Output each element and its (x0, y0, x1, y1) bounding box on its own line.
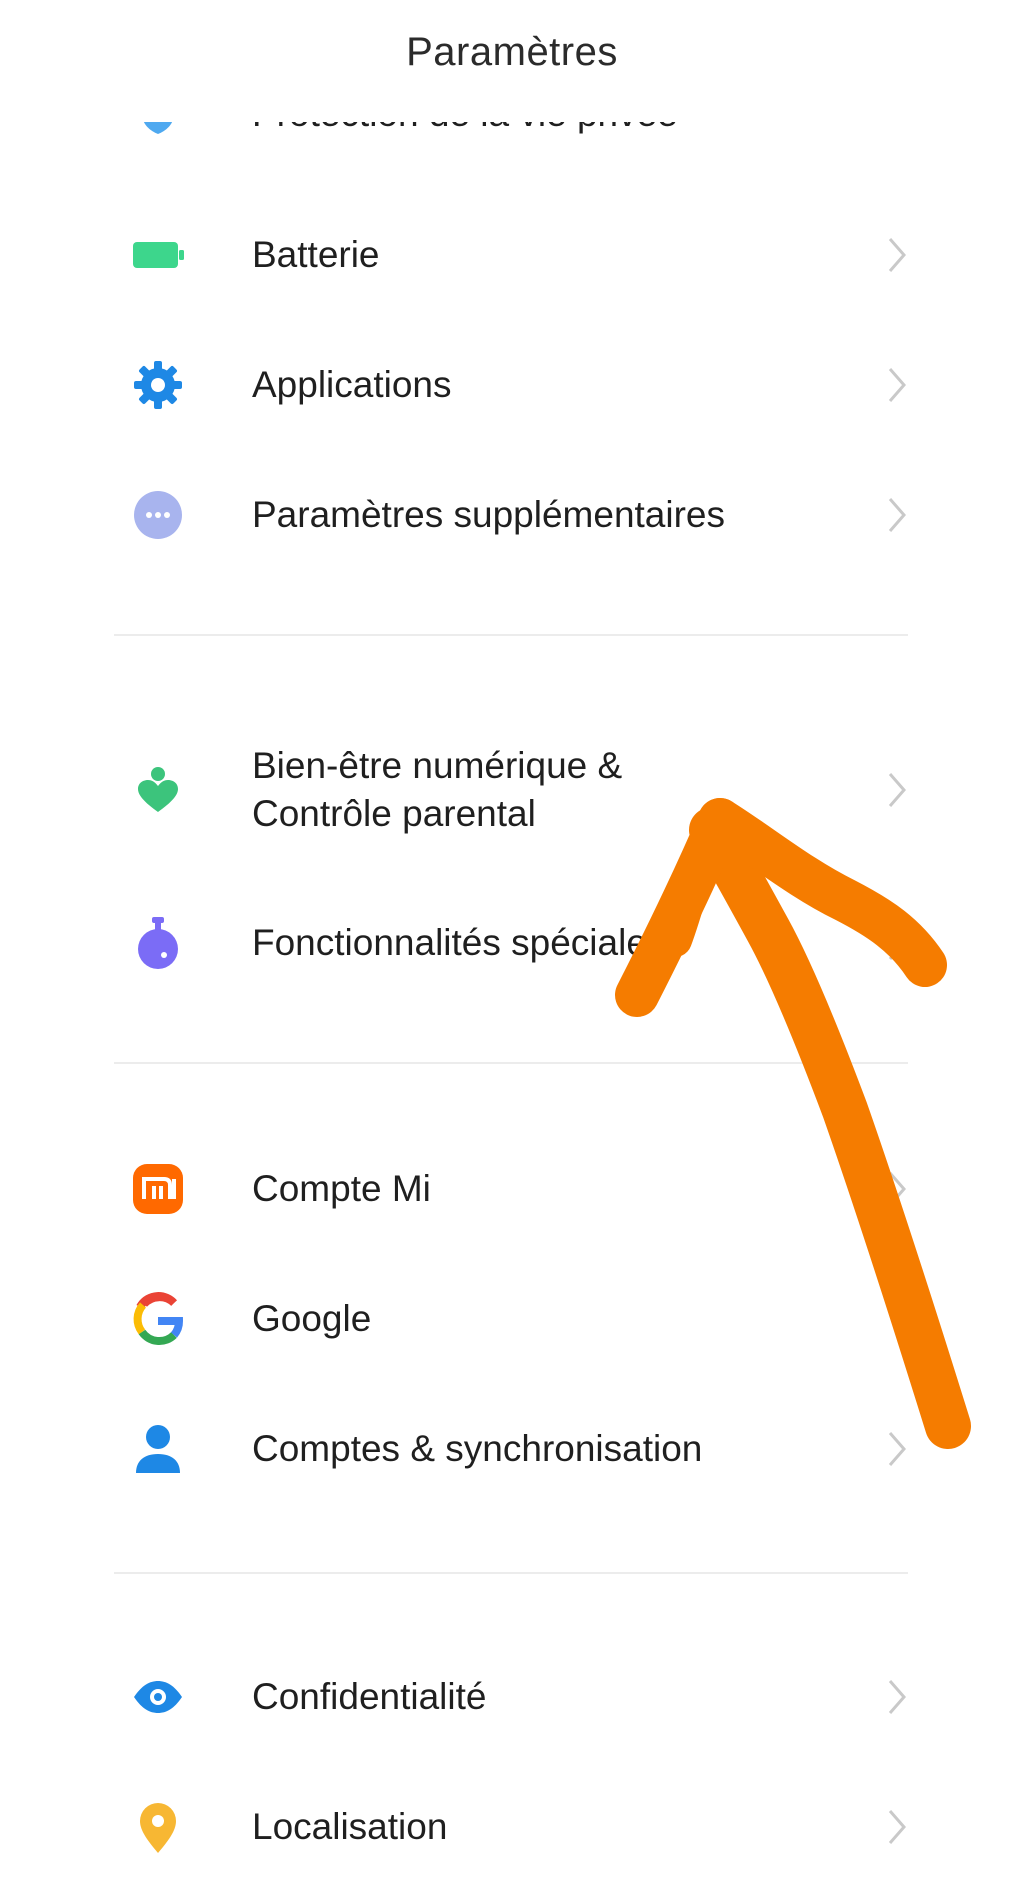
chevron-right-icon (888, 773, 906, 807)
location-pin-icon (130, 1799, 186, 1855)
settings-item-label: Google (252, 1298, 372, 1339)
settings-item-label: Compte Mi (252, 1168, 431, 1209)
eye-icon (130, 1669, 186, 1725)
settings-item-label: Confidentialité (252, 1676, 487, 1717)
chevron-right-icon (888, 498, 906, 532)
chevron-right-icon (888, 1810, 906, 1844)
settings-item-digital-wellbeing[interactable]: Bien-être numérique & Contrôle parental (0, 730, 1024, 850)
settings-item-label: Comptes & synchronisation (252, 1428, 703, 1469)
settings-item-google[interactable]: Google (0, 1264, 1024, 1374)
mi-account-icon (130, 1161, 186, 1217)
settings-item-label: Applications (252, 364, 452, 405)
settings-item-location[interactable]: Localisation (0, 1772, 1024, 1882)
more-dots-icon (130, 487, 186, 543)
settings-item-label: Fonctionnalités spéciales (252, 922, 666, 963)
digital-wellbeing-icon (130, 762, 186, 818)
chevron-right-icon (888, 1680, 906, 1714)
settings-item-mi-account[interactable]: Compte Mi (0, 1134, 1024, 1244)
special-features-icon (130, 915, 186, 971)
section-divider (114, 1572, 908, 1574)
page-title: Paramètres (406, 29, 618, 74)
battery-icon (130, 227, 186, 283)
google-icon (130, 1291, 186, 1347)
settings-item-applications[interactable]: Applications (0, 330, 1024, 440)
gear-icon (130, 357, 186, 413)
header-bar: Paramètres (0, 0, 1024, 122)
chevron-right-icon (888, 1172, 906, 1206)
chevron-right-icon (888, 1432, 906, 1466)
chevron-right-icon (888, 926, 906, 960)
settings-item-label-line1: Bien-être numérique & (252, 745, 623, 786)
settings-item-label: Paramètres supplémentaires (252, 494, 725, 535)
section-divider (114, 1062, 908, 1064)
settings-item-label: Localisation (252, 1806, 448, 1847)
settings-item-privacy[interactable]: Confidentialité (0, 1642, 1024, 1752)
chevron-right-icon (888, 368, 906, 402)
settings-item-accounts-sync[interactable]: Comptes & synchronisation (0, 1394, 1024, 1504)
settings-item-special-features[interactable]: Fonctionnalités spéciales (0, 888, 1024, 998)
chevron-right-icon (888, 238, 906, 272)
person-icon (130, 1421, 186, 1477)
section-divider (114, 634, 908, 636)
settings-item-battery[interactable]: Batterie (0, 200, 1024, 310)
settings-item-label: Batterie (252, 234, 380, 275)
settings-item-label: Bien-être numérique & Contrôle parental (252, 742, 622, 838)
settings-item-label-line2: Contrôle parental (252, 793, 536, 834)
settings-item-additional-settings[interactable]: Paramètres supplémentaires (0, 460, 1024, 570)
